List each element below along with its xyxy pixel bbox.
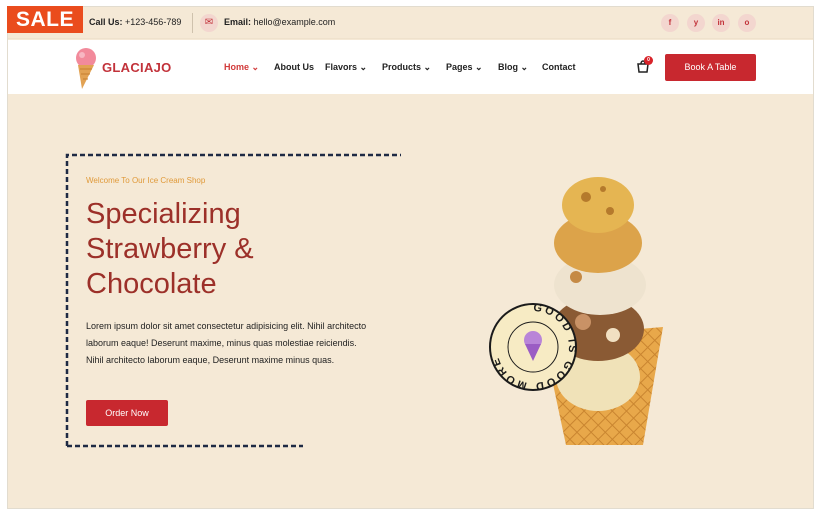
call-value[interactable]: +123-456-789 <box>125 17 181 27</box>
hero-kicker: Welcome To Our Ice Cream Shop <box>86 176 206 185</box>
order-now-button[interactable]: Order Now <box>86 400 168 426</box>
book-table-button[interactable]: Book A Table <box>665 54 756 81</box>
topbar-divider <box>192 13 193 33</box>
nav-products[interactable]: Products ⌄ <box>382 62 431 73</box>
headline-line-2: Strawberry & <box>86 233 254 265</box>
top-bar: Call Us: +123-456-789 ✉ Email: hello@exa… <box>8 7 813 39</box>
nav-about[interactable]: About Us <box>274 62 314 72</box>
nav-contact-label: Contact <box>542 62 576 72</box>
email-value[interactable]: hello@example.com <box>254 17 336 27</box>
cart-count-badge: 0 <box>644 56 653 65</box>
nav-flavors[interactable]: Flavors ⌄ <box>325 62 367 73</box>
sale-badge: SALE <box>7 6 83 33</box>
nav-home[interactable]: Home ⌄ <box>224 62 259 73</box>
instagram-icon[interactable]: o <box>738 14 756 32</box>
nav-blog[interactable]: Blog ⌄ <box>498 62 528 73</box>
chevron-down-icon: ⌄ <box>359 62 368 72</box>
chevron-down-icon: ⌄ <box>251 62 260 72</box>
brand-name[interactable]: GLACIAJO <box>102 60 172 75</box>
call-info: Call Us: +123-456-789 <box>89 17 181 27</box>
email-info: Email: hello@example.com <box>224 17 335 27</box>
email-label: Email: <box>224 17 252 27</box>
facebook-icon[interactable]: f <box>661 14 679 32</box>
mail-icon: ✉ <box>200 14 218 32</box>
nav-home-label: Home <box>224 62 250 72</box>
page-frame: Call Us: +123-456-789 ✉ Email: hello@exa… <box>7 6 814 509</box>
nav-about-label: About Us <box>274 62 314 72</box>
chevron-down-icon: ⌄ <box>475 62 483 72</box>
headline-line-1: Specializing <box>86 198 241 230</box>
linkedin-icon[interactable]: in <box>712 14 730 32</box>
nav-flavors-label: Flavors <box>325 62 358 72</box>
twitter-icon[interactable]: y <box>687 14 705 32</box>
call-label: Call Us: <box>89 17 123 27</box>
nav-pages[interactable]: Pages ⌄ <box>446 62 483 73</box>
nav-products-label: Products <box>382 62 422 72</box>
ice-cream-logo-icon[interactable] <box>70 45 100 91</box>
hero-headline: Specializing Strawberry & Chocolate <box>86 197 386 302</box>
hero-description: Lorem ipsum dolor sit amet consectetur a… <box>86 321 367 365</box>
ice-cream-cone-image: GOOD IS GOOD MORE <box>489 177 663 445</box>
chevron-down-icon: ⌄ <box>520 62 529 72</box>
nav-pages-label: Pages <box>446 62 473 72</box>
headline-line-3: Chocolate <box>86 268 217 300</box>
nav-blog-label: Blog <box>498 62 518 72</box>
nav-contact[interactable]: Contact <box>542 62 576 72</box>
chevron-down-icon: ⌄ <box>423 62 432 72</box>
main-navbar: GLACIAJO Home ⌄ About Us Flavors ⌄ Produ… <box>8 40 813 94</box>
